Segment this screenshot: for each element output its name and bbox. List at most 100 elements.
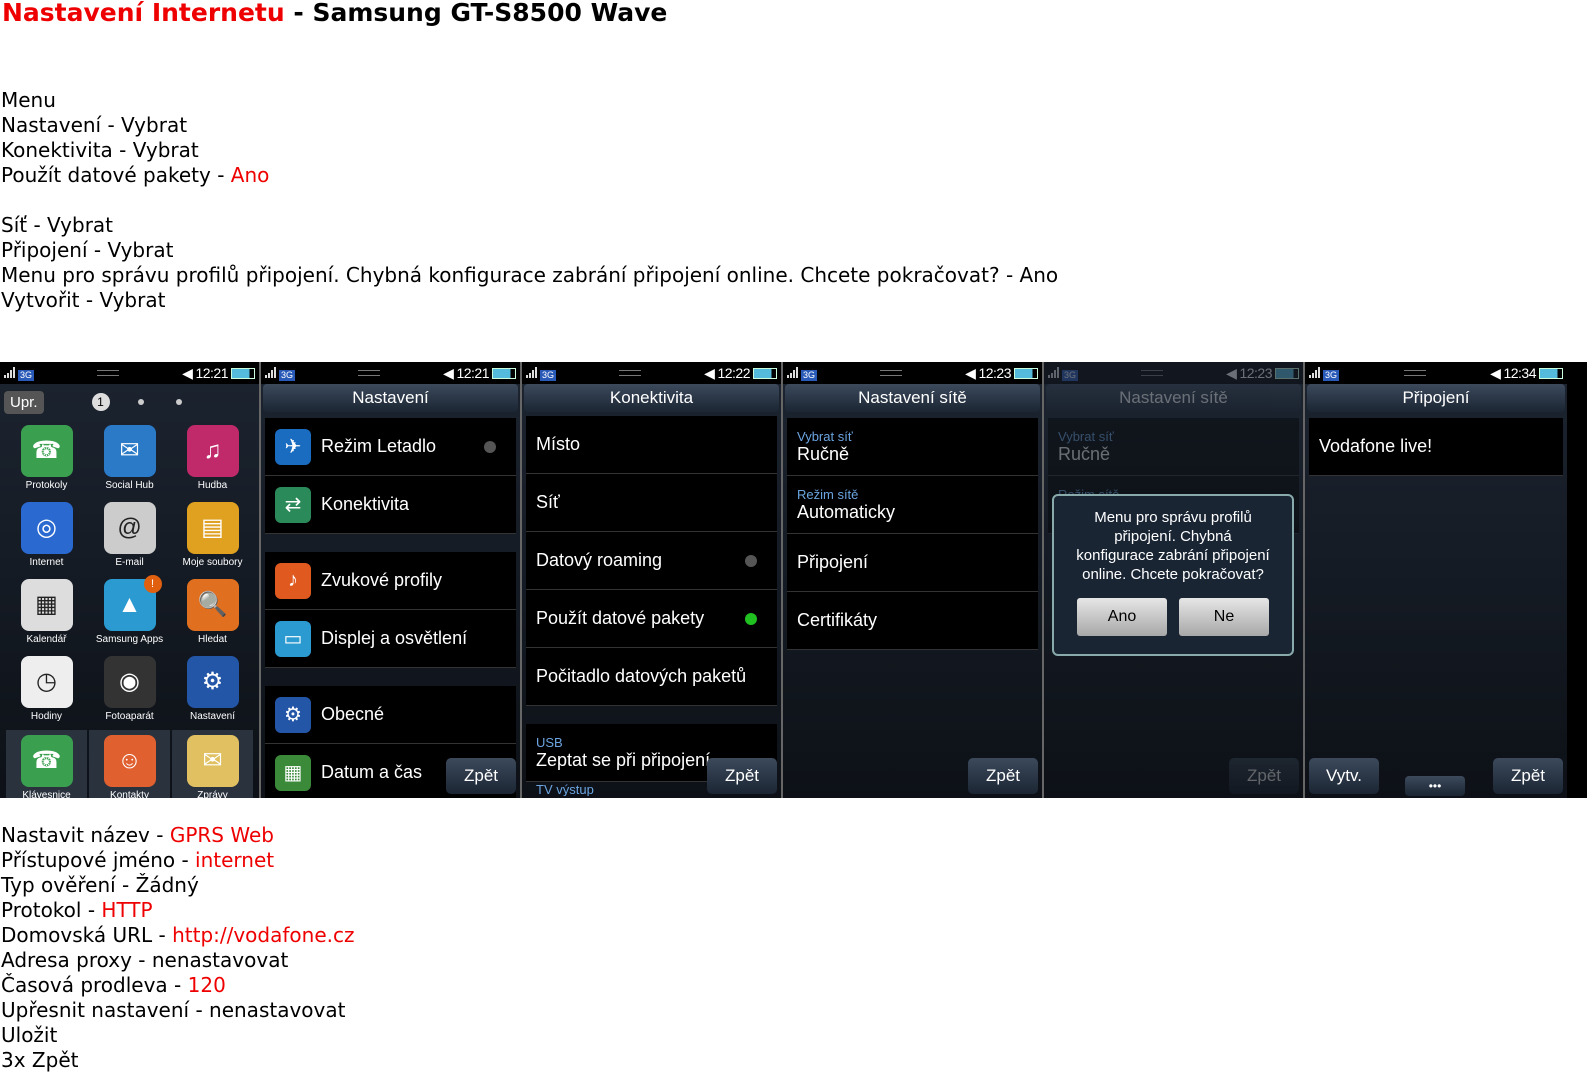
menu-item-display[interactable]: ▭ Displej a osvětlení: [265, 610, 516, 668]
app-launcher[interactable]: ◉ Fotoaparát: [89, 651, 170, 726]
app-launcher[interactable]: ☎ Protokoly: [6, 420, 87, 495]
step-line: Menu: [1, 88, 1058, 113]
search-icon: 🔍: [186, 578, 239, 631]
step-text: Menu: [1, 88, 56, 112]
menu-item-location[interactable]: Místo: [526, 416, 777, 474]
item-sublabel: Režim sítě: [797, 486, 859, 502]
menu-item-data-roaming[interactable]: Datový roaming: [526, 532, 777, 590]
screen-title: Konektivita: [524, 384, 779, 412]
page-dot: [137, 399, 144, 405]
app-launcher[interactable]: ▲! Samsung Apps: [89, 574, 170, 649]
app-launcher[interactable]: ⚙ Nastavení: [172, 651, 253, 726]
app-launcher[interactable]: ◷ Hodiny: [6, 651, 87, 726]
edit-button[interactable]: Upr.: [4, 390, 44, 414]
back-button: Zpět: [1229, 758, 1299, 794]
app-launcher[interactable]: ◎ Internet: [6, 497, 87, 572]
back-button[interactable]: Zpět: [707, 758, 777, 794]
profile-item-vodafone-live[interactable]: Vodafone live!: [1309, 418, 1563, 476]
menu-item-connections[interactable]: Připojení: [787, 534, 1038, 592]
app-launcher[interactable]: @ E-mail: [89, 497, 170, 572]
app-launcher[interactable]: ☎ Klávesnice: [6, 730, 87, 798]
menu-item-select-network: Vybrat síť Ručně: [1048, 418, 1299, 476]
app-grid: ☎ Protokoly ✉ Social Hub ♫ Hudba ◎ Internet @ E-m…: [0, 416, 259, 798]
step-line: 3x Zpět: [1, 1048, 354, 1073]
calendar-icon: ▦: [275, 754, 311, 791]
app-label: Internet: [29, 556, 64, 568]
more-button[interactable]: •••: [1405, 776, 1465, 796]
menu-item-general[interactable]: ⚙ Obecné: [265, 686, 516, 744]
app-launcher[interactable]: ♫ Hudba: [172, 420, 253, 495]
status-bar: 3G ◀ 12:22: [522, 362, 781, 384]
speaker-icon: ◀: [1490, 364, 1501, 381]
title-model: - Samsung GT-S8500 Wave: [284, 0, 668, 27]
menu-item-connectivity[interactable]: ⇄ Konektivita: [265, 476, 516, 534]
app-launcher[interactable]: ✉ Social Hub: [89, 420, 170, 495]
app-launcher[interactable]: ✉ Zprávy: [172, 730, 253, 798]
network-3g-icon: 3G: [801, 370, 818, 381]
item-label: Automaticky: [797, 501, 896, 522]
create-button[interactable]: Vytv.: [1309, 758, 1379, 794]
back-button[interactable]: Zpět: [446, 758, 516, 794]
no-button[interactable]: Ne: [1179, 598, 1269, 636]
toggle-off[interactable]: [745, 554, 757, 567]
drag-handle[interactable]: [619, 370, 642, 376]
menu-item-sound-profiles[interactable]: ♪ Zvukové profily: [265, 552, 516, 610]
step-text: Menu pro správu profilů připojení. Chybn…: [1, 263, 1059, 287]
phone-screen-home: 3G ◀ 12:21 Upr. 1 ☎ Protokoly ✉ Social Hub ♫ Hu…: [0, 362, 261, 798]
drag-handle[interactable]: [97, 370, 120, 376]
item-label: Certifikáty: [797, 610, 878, 630]
speaker-icon: ◀: [1226, 364, 1237, 381]
step-line: Vytvořit - Vybrat: [1, 288, 1058, 313]
menu-item-network[interactable]: Síť: [526, 474, 777, 532]
step-line: Typ ověření - Žádný: [1, 873, 354, 898]
step-text: Vytvořit - Vybrat: [1, 288, 166, 312]
back-button[interactable]: Zpět: [1493, 758, 1563, 794]
phone-screen-settings: 3G ◀ 12:21 Nastavení ✈ Režim Letadlo ⇄ Konek…: [261, 362, 522, 798]
toggle-off[interactable]: [484, 440, 496, 453]
app-launcher[interactable]: ☺ Kontakty: [89, 730, 170, 798]
display-icon: ▭: [275, 620, 311, 657]
drag-handle[interactable]: [1403, 370, 1426, 376]
app-launcher[interactable]: 🔍 Hledat: [172, 574, 253, 649]
app-launcher[interactable]: ▤ Moje soubory: [172, 497, 253, 572]
back-button[interactable]: Zpět: [968, 758, 1038, 794]
step-text: Adresa proxy - nenastavovat: [1, 948, 289, 972]
menu-item-use-packet-data[interactable]: Použít datové pakety: [526, 590, 777, 648]
menu-item-certificates[interactable]: Certifikáty: [787, 592, 1038, 650]
menu-item-select-network[interactable]: Vybrat síť Ručně: [787, 418, 1038, 476]
airplane-icon: ✈: [275, 428, 311, 465]
item-label: Konektivita: [321, 494, 410, 514]
app-launcher[interactable]: ▦ Kalendář: [6, 574, 87, 649]
step-text: Přístupové jméno -: [1, 848, 196, 872]
item-label: Počitadlo datových paketů: [536, 666, 747, 686]
toggle-on[interactable]: [745, 612, 757, 625]
item-label: Zvukové profily: [321, 570, 443, 590]
menu-item-packet-counter[interactable]: Počitadlo datových paketů: [526, 648, 777, 706]
step-text: 3x Zpět: [1, 1048, 79, 1072]
menu-item-network-mode[interactable]: Režim sítě Automaticky: [787, 476, 1038, 534]
app-label: Zprávy: [197, 789, 228, 799]
item-label: Použít datové pakety: [536, 608, 705, 628]
phone-screen-network: 3G ◀ 12:23 Nastavení sítě Vybrat síť Ručně …: [783, 362, 1044, 798]
menu-item-airplane[interactable]: ✈ Režim Letadlo: [265, 418, 516, 476]
step-value: internet: [195, 848, 275, 872]
app-label: Nastavení: [189, 710, 236, 722]
item-label: Síť: [536, 492, 560, 512]
network-3g-icon: 3G: [18, 370, 35, 381]
step-line: Menu pro správu profilů připojení. Chybn…: [1, 263, 1058, 288]
call-log-icon: ☎: [20, 424, 73, 477]
item-label: Vodafone live!: [1319, 436, 1433, 456]
network-3g-icon: 3G: [1323, 370, 1340, 381]
drag-handle[interactable]: [880, 370, 903, 376]
yes-button[interactable]: Ano: [1077, 598, 1167, 636]
item-label: Displej a osvětlení: [321, 628, 468, 648]
battery-icon: [1275, 367, 1299, 379]
screen-title: Nastavení sítě: [1046, 384, 1301, 412]
battery-icon: [1539, 367, 1563, 379]
messages-icon: ✉: [186, 734, 239, 787]
item-label: Zeptat se při připojení: [536, 749, 711, 770]
calendar-icon: ▦: [20, 578, 73, 631]
speaker-icon: ◀: [182, 364, 193, 381]
social-hub-icon: ✉: [103, 424, 156, 477]
drag-handle[interactable]: [358, 370, 381, 376]
